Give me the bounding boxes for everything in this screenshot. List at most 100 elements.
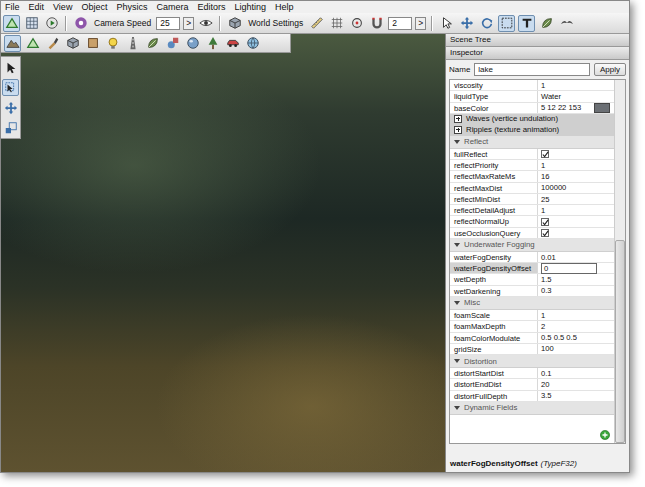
value-text[interactable]: 0 xyxy=(541,263,597,274)
property-row[interactable]: foamScale1 xyxy=(450,310,614,321)
select-box-button[interactable] xyxy=(498,15,515,32)
property-value[interactable]: 1 xyxy=(538,80,614,90)
scrollbar-thumb[interactable] xyxy=(615,240,625,443)
mode-mountain-button[interactable] xyxy=(4,35,21,52)
mode-shape-button[interactable] xyxy=(164,35,181,52)
section-header[interactable]: Ripples (texture animation) xyxy=(450,125,614,136)
property-row[interactable]: distortEndDist20 xyxy=(450,379,614,390)
mode-paint-button[interactable] xyxy=(44,35,61,52)
property-value[interactable]: 25 xyxy=(538,194,614,204)
menu-item[interactable]: Editors xyxy=(197,1,225,13)
property-value[interactable]: 0.01 xyxy=(538,252,614,262)
property-row[interactable]: useOcclusionQuery xyxy=(450,228,614,239)
text-tool-button[interactable] xyxy=(518,15,535,32)
palette-zoomsel-button[interactable] xyxy=(2,79,19,96)
menu-item[interactable]: Camera xyxy=(156,1,188,13)
section-header[interactable]: Reflect xyxy=(450,136,614,149)
palette-move-button[interactable] xyxy=(2,99,19,116)
bird-button[interactable] xyxy=(558,15,575,32)
property-value[interactable]: 1 xyxy=(538,160,614,170)
collapse-icon[interactable] xyxy=(454,406,460,410)
property-value[interactable] xyxy=(538,228,614,238)
checkbox[interactable] xyxy=(541,150,549,158)
property-row[interactable]: viscosity1 xyxy=(450,80,614,91)
property-row[interactable]: foamColorModulate0.5 0.5 0.5 xyxy=(450,333,614,344)
property-row[interactable]: distortFullDepth3.5 xyxy=(450,391,614,402)
property-row[interactable]: waterFogDensity0.01 xyxy=(450,252,614,263)
scene-tree-header[interactable]: Scene Tree xyxy=(446,34,629,47)
property-row[interactable]: wetDarkening0.3 xyxy=(450,286,614,297)
property-value[interactable]: 0.1 xyxy=(538,368,614,378)
mode-globe-button[interactable] xyxy=(244,35,261,52)
visibility-button[interactable] xyxy=(197,15,214,32)
select-button[interactable] xyxy=(438,15,455,32)
property-row[interactable]: foamMaxDepth2 xyxy=(450,321,614,332)
property-value[interactable]: 1.5 xyxy=(538,274,614,284)
menu-item[interactable]: Lighting xyxy=(234,1,266,13)
mode-sphere-button[interactable] xyxy=(184,35,201,52)
snap-button[interactable] xyxy=(348,15,365,32)
mode-tri-button[interactable] xyxy=(24,35,41,52)
foliage-button[interactable] xyxy=(538,15,555,32)
property-value[interactable]: 100000 xyxy=(538,183,614,193)
play-button[interactable] xyxy=(43,15,60,32)
camera-button[interactable] xyxy=(72,15,89,32)
snap-arrow[interactable]: > xyxy=(415,17,426,30)
collapse-icon[interactable] xyxy=(454,243,460,247)
property-value[interactable]: Water xyxy=(538,91,614,101)
property-row[interactable]: gridSize100 xyxy=(450,344,614,355)
menu-item[interactable]: Edit xyxy=(29,1,45,13)
mode-light-button[interactable] xyxy=(104,35,121,52)
section-header[interactable]: Underwater Fogging xyxy=(450,239,614,252)
property-value[interactable]: 0.5 0.5 0.5 xyxy=(538,333,614,343)
property-row[interactable]: wetDepth1.5 xyxy=(450,274,614,285)
collapse-icon[interactable] xyxy=(454,301,460,305)
property-row[interactable]: waterFogDensityOffset0 xyxy=(450,263,614,274)
mode-leaf-button[interactable] xyxy=(144,35,161,52)
property-value[interactable]: 0.3 xyxy=(538,286,614,296)
snap-grid-button[interactable] xyxy=(328,15,345,32)
expand-icon[interactable] xyxy=(454,126,462,134)
property-row[interactable]: reflectPriority1 xyxy=(450,160,614,171)
name-field[interactable]: lake xyxy=(474,63,590,76)
terrain-button[interactable] xyxy=(3,15,20,32)
expand-icon[interactable] xyxy=(454,115,462,123)
property-value[interactable] xyxy=(538,216,614,226)
property-row[interactable]: fullReflect xyxy=(450,149,614,160)
section-header[interactable]: Waves (vertice undulation) xyxy=(450,114,614,125)
property-value[interactable] xyxy=(538,149,614,159)
scrollbar[interactable] xyxy=(614,80,625,443)
collapse-icon[interactable] xyxy=(454,140,460,144)
property-value[interactable]: 100 xyxy=(538,344,614,354)
property-row[interactable]: reflectNormalUp xyxy=(450,216,614,227)
menu-item[interactable]: File xyxy=(5,1,20,13)
ruler-button[interactable] xyxy=(308,15,325,32)
collapse-icon[interactable] xyxy=(454,359,460,363)
mode-road-button[interactable] xyxy=(124,35,141,52)
move-button[interactable] xyxy=(458,15,475,32)
menu-item[interactable]: Physics xyxy=(116,1,147,13)
palette-arrow-button[interactable] xyxy=(2,59,19,76)
property-row[interactable]: reflectMinDist25 xyxy=(450,194,614,205)
menu-item[interactable]: View xyxy=(53,1,72,13)
property-value[interactable]: 1 xyxy=(538,205,614,215)
palette-scale-button[interactable] xyxy=(2,119,19,136)
viewport[interactable] xyxy=(1,34,445,472)
property-row[interactable]: baseColor5 12 22 153 xyxy=(450,103,614,114)
rotate-button[interactable] xyxy=(478,15,495,32)
menu-item[interactable]: Help xyxy=(275,1,294,13)
menu-item[interactable]: Object xyxy=(81,1,107,13)
mode-tree-button[interactable] xyxy=(204,35,221,52)
section-header[interactable]: Distortion xyxy=(450,355,614,368)
apply-button[interactable]: Apply xyxy=(594,63,626,76)
mode-box2-button[interactable] xyxy=(84,35,101,52)
section-header[interactable]: Misc xyxy=(450,297,614,310)
color-swatch[interactable] xyxy=(594,103,610,113)
section-header[interactable]: Dynamic Fields xyxy=(450,402,614,415)
magnet-button[interactable] xyxy=(368,15,385,32)
property-value[interactable]: 0 xyxy=(538,263,614,273)
property-value[interactable]: 1 xyxy=(538,310,614,320)
grid-button[interactable] xyxy=(23,15,40,32)
property-row[interactable]: reflectDetailAdjust1 xyxy=(450,205,614,216)
checkbox[interactable] xyxy=(541,229,549,237)
